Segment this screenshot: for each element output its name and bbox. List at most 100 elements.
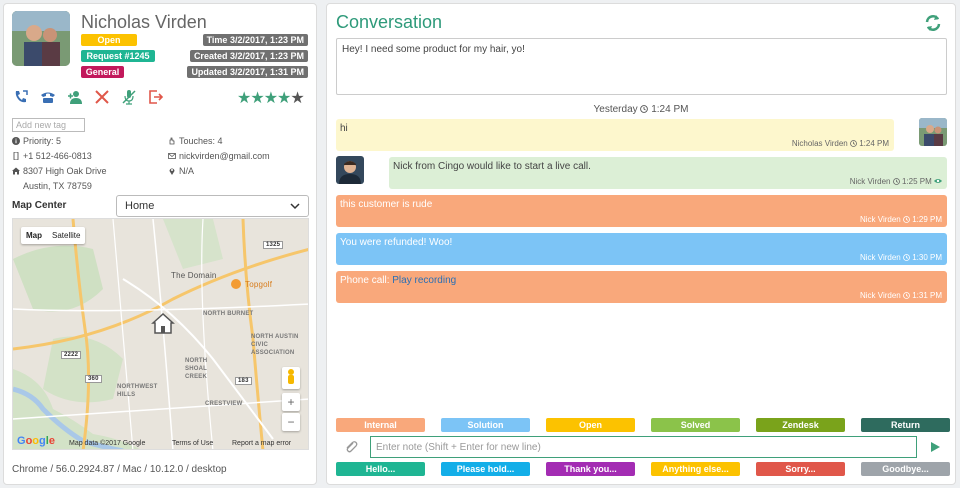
refresh-icon[interactable] (923, 13, 943, 33)
star-icon[interactable]: ★ (237, 90, 251, 107)
message-phone-call: Phone call: Play recording Nick Virden 1… (336, 271, 947, 303)
status-badge: Open (81, 34, 137, 46)
call-icon (15, 90, 28, 103)
area-north-austin-civic: NORTH AUSTIN CIVIC ASSOCIATION (251, 334, 299, 356)
zoom-in-button[interactable]: + (282, 393, 300, 411)
map-type-control: Map Satellite (21, 227, 86, 244)
clock-icon (892, 178, 900, 185)
map-center-label: Map Center (12, 200, 67, 211)
clock-icon (903, 216, 910, 223)
conversation-panel: Conversation Hey! I need some product fo… (326, 3, 956, 485)
macro-button-thank-you[interactable]: Thank you... (546, 462, 635, 476)
macro-button-please-hold[interactable]: Please hold... (441, 462, 530, 476)
envelope-icon (168, 153, 176, 159)
message-customer: hi Nicholas Virden 1:24 PM (336, 119, 894, 151)
updated-badge: Updated 3/2/2017, 1:31 PM (187, 66, 308, 78)
message-meta: Nick Virden 1:30 PM (859, 253, 942, 262)
note-composer (336, 436, 947, 458)
eye-icon (934, 179, 942, 183)
phone-icon (41, 92, 55, 103)
poi-label-domain: The Domain (171, 271, 217, 280)
message-internal: this customer is rude Nick Virden 1:29 P… (336, 195, 947, 227)
note-type-button-return[interactable]: Return (861, 418, 950, 432)
area-north-shoal-creek: NORTH SHOAL CREEK (185, 358, 208, 380)
address-info: 8307 High Oak Drive (12, 166, 107, 176)
touches-info: Touches: 4 (168, 136, 223, 146)
message-meta: Nick Virden 1:31 PM (859, 291, 942, 300)
time-badge: Time 3/2/2017, 1:23 PM (202, 34, 308, 46)
area-crestview: CRESTVIEW (205, 401, 243, 407)
home-icon (12, 167, 20, 175)
zoom-out-button[interactable]: − (282, 413, 300, 431)
star-icon[interactable]: ★ (277, 90, 291, 107)
message-meta: Nick Virden 1:25 PM (850, 177, 942, 186)
map-marker-icon (169, 168, 175, 175)
note-type-button-solution[interactable]: Solution (441, 418, 530, 432)
mic-off-icon (122, 90, 136, 105)
note-type-button-zendesk[interactable]: Zendesk (756, 418, 845, 432)
browser-info: Chrome / 56.0.2924.87 / Mac / 10.12.0 / … (12, 464, 227, 475)
star-icon[interactable]: ★ (290, 90, 304, 107)
clock-icon (903, 254, 910, 261)
message-meta: Nicholas Virden 1:24 PM (791, 139, 889, 148)
message-agent: Nick from Cingo would like to start a li… (389, 157, 947, 189)
map-type-map[interactable]: Map (21, 227, 47, 244)
day-separator: Yesterday 1:24 PM (593, 104, 689, 115)
contact-name: Nicholas Virden (81, 12, 207, 32)
map-center-select[interactable]: Home (116, 195, 309, 217)
note-type-button-open[interactable]: Open (546, 418, 635, 432)
created-badge: Created 3/2/2017, 1:23 PM (189, 50, 308, 62)
call-button[interactable] (12, 88, 30, 106)
send-icon[interactable] (929, 441, 941, 453)
add-tag-input[interactable] (12, 118, 85, 132)
map-terms-link[interactable]: Terms of Use (172, 440, 213, 447)
macro-button-sorry[interactable]: Sorry... (756, 462, 845, 476)
macro-button-goodbye[interactable]: Goodbye... (861, 462, 950, 476)
phone-info: +1 512-466-0813 (12, 151, 92, 161)
add-user-button[interactable] (66, 88, 84, 106)
macro-button-anything-else[interactable]: Anything else... (651, 462, 740, 476)
mute-button[interactable] (120, 88, 138, 106)
map-report-link[interactable]: Report a map error (232, 440, 291, 447)
macro-button-hello[interactable]: Hello... (336, 462, 425, 476)
sign-out-button[interactable] (147, 88, 165, 106)
add-user-icon (68, 91, 82, 104)
area-north-burnet: NORTH BURNET (203, 311, 254, 317)
initial-message: Hey! I need some product for my hair, yo… (336, 38, 947, 95)
road-1325: 1325 (263, 241, 284, 249)
map-type-satellite[interactable]: Satellite (47, 227, 85, 244)
poi-label-topgolf: Topgolf (245, 280, 273, 289)
hand-icon (169, 137, 175, 145)
star-icon[interactable]: ★ (264, 90, 278, 107)
star-icon[interactable]: ★ (250, 90, 264, 107)
conversation-title: Conversation (336, 12, 443, 32)
paperclip-icon[interactable] (344, 440, 358, 454)
map-view[interactable]: Map Satellite The Domain Topgolf NORTH B… (12, 218, 309, 450)
poi-marker-icon (231, 279, 241, 289)
rating-stars[interactable]: ★★★★★ (237, 88, 305, 108)
note-type-button-internal[interactable]: Internal (336, 418, 425, 432)
customer-avatar (919, 118, 947, 146)
note-type-button-solved[interactable]: Solved (651, 418, 740, 432)
map-data-credit: Map data ©2017 Google (69, 440, 146, 447)
close-ticket-button[interactable] (93, 88, 111, 106)
message-meta: Nick Virden 1:29 PM (859, 215, 942, 224)
contact-panel: Nicholas Virden Open Request #1245 Gener… (3, 3, 317, 485)
request-badge: Request #1245 (81, 50, 155, 62)
note-input[interactable] (370, 436, 917, 458)
play-recording-link[interactable]: Play recording (392, 275, 456, 286)
pegman-icon (288, 369, 294, 384)
road-2222: 2222 (61, 351, 82, 359)
action-bar (12, 88, 165, 106)
phone-button[interactable] (39, 88, 57, 106)
clock-icon (903, 292, 910, 299)
close-icon (95, 90, 109, 104)
area-northwest-hills: NORTHWEST HILLS (117, 384, 158, 398)
location-info: N/A (168, 166, 194, 176)
sign-out-icon (149, 90, 164, 104)
message-solution: You were refunded! Woo! Nick Virden 1:30… (336, 233, 947, 265)
category-badge: General (81, 66, 124, 78)
info-icon (12, 137, 20, 145)
priority-info: Priority: 5 (12, 136, 61, 146)
street-view-button[interactable] (282, 367, 300, 389)
